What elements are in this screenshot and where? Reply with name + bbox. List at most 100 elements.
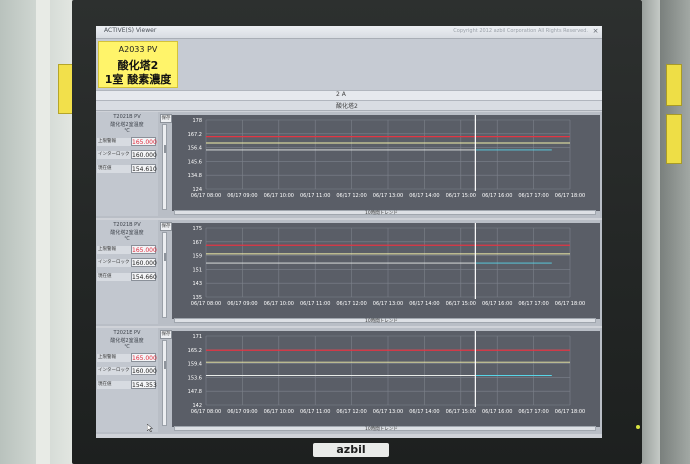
trend-side-info: T2021B PV 酸化塔2室温度 ℃ 上限警報 165.000 インターロック… — [96, 112, 158, 216]
y-tick-label: 159.4 — [188, 362, 202, 368]
horizontal-scrollbar[interactable]: 10時間トレンド — [174, 210, 596, 216]
x-tick-label: 06/17 09:00 — [227, 301, 257, 307]
vertical-scrollbar[interactable] — [162, 232, 167, 318]
trend-side-info: T2021B PV 酸化塔2室温度 ℃ 上限警報 165.000 インターロック… — [96, 220, 158, 324]
trend-tag: T2021E PV — [113, 330, 141, 336]
monitor-brand-logo: azbil — [313, 443, 389, 457]
alarm-value: 165.000 — [131, 245, 157, 254]
x-tick-label: 06/17 17:00 — [518, 301, 548, 307]
point-tag-box[interactable]: A2033 PV 酸化塔2 1室 酸素濃度 — [98, 41, 178, 88]
y-tick-label: 175 — [192, 226, 202, 232]
x-tick-label: 06/17 14:00 — [409, 301, 439, 307]
trend-tag: T2021B PV — [113, 222, 141, 228]
x-tick-label: 06/17 18:00 — [555, 409, 585, 415]
x-tick-label: 06/17 12:00 — [336, 193, 366, 199]
pv-value: 154.610 — [131, 164, 157, 173]
trend-plot: 171 165.2 159.4 153.6 147.8 142 06/17 08:00 06/… — [172, 331, 600, 427]
alarm-row: 上限警報 165.000 — [97, 137, 157, 147]
trend-subtitle: 酸化塔2室温度 — [110, 122, 144, 128]
alarm-value: 165.000 — [131, 353, 157, 362]
pv-label: 現在値 — [97, 165, 131, 173]
vertical-scrollbar[interactable] — [162, 340, 167, 426]
y-tick-label: 134.8 — [188, 173, 202, 179]
interlock-row: インターロック 160.000 — [97, 366, 157, 376]
save-button[interactable]: 保存 — [160, 114, 172, 123]
trend-plot: 178 167.2 156.4 145.6 134.8 124 06/17 08:00 06/… — [172, 115, 600, 211]
trend-chart-svg: 171165.2159.4153.6147.814206/17 08:00 06/… — [188, 331, 585, 415]
y-tick-label: 145.6 — [188, 159, 202, 165]
vertical-scrollbar[interactable] — [162, 124, 167, 210]
close-icon[interactable]: × — [591, 27, 600, 36]
pv-value: 154.353 — [131, 380, 157, 389]
equipment-label-right — [666, 114, 682, 164]
scroll-thumb[interactable] — [164, 253, 166, 261]
group-label: 酸化塔2 — [336, 103, 358, 110]
x-tick-label: 06/17 17:00 — [518, 409, 548, 415]
x-tick-label: 06/17 15:00 — [446, 301, 476, 307]
trend-panel-1: T2021B PV 酸化塔2室温度 ℃ 上限警報 165.000 インターロック… — [96, 112, 602, 218]
y-tick-label: 147.8 — [188, 389, 202, 395]
interlock-value: 160.000 — [131, 150, 157, 159]
trend-unit: ℃ — [124, 344, 130, 350]
alarm-label: 上限警報 — [97, 138, 131, 146]
tab-2a[interactable]: 2 A — [96, 90, 602, 101]
trend-chart-svg: 17516715915114313506/17 08:00 06/17 09:00… — [191, 223, 585, 307]
pv-row: 現在値 154.353 — [97, 380, 157, 390]
y-tick-label: 178 — [192, 118, 202, 124]
trend-subtitle: 酸化塔2室温度 — [110, 338, 144, 344]
trend-range-label: 10時間トレンド — [365, 427, 398, 432]
point-name-line2: 1室 酸素濃度 — [104, 73, 172, 86]
trend-range-label: 10時間トレンド — [365, 319, 398, 324]
x-tick-label: 06/17 10:00 — [264, 193, 294, 199]
x-tick-label: 06/17 11:00 — [300, 409, 330, 415]
x-tick-label: 06/17 08:00 — [191, 301, 221, 307]
pv-label: 現在値 — [97, 273, 131, 281]
pv-label: 現在値 — [97, 381, 131, 389]
x-tick-label: 06/17 09:00 — [227, 409, 257, 415]
x-tick-label: 06/17 14:00 — [409, 193, 439, 199]
trend-unit: ℃ — [124, 128, 130, 134]
x-tick-label: 06/17 08:00 — [191, 409, 221, 415]
background-cable-duct — [36, 0, 50, 464]
y-tick-label: 151 — [192, 267, 202, 273]
trend-panel-3: T2021E PV 酸化塔2室温度 ℃ 上限警報 165.000 インターロック… — [96, 328, 602, 434]
horizontal-scrollbar[interactable]: 10時間トレンド — [174, 426, 596, 432]
horizontal-scrollbar[interactable]: 10時間トレンド — [174, 318, 596, 324]
trend-tag: T2021B PV — [113, 114, 141, 120]
scroll-thumb[interactable] — [164, 361, 166, 369]
trend-unit: ℃ — [124, 236, 130, 242]
x-tick-label: 06/17 11:00 — [300, 193, 330, 199]
trend-range-label: 10時間トレンド — [365, 211, 398, 216]
monitor-screen: ACTIVE(S) Viewer Copyright 2012 azbil Co… — [96, 26, 602, 438]
x-tick-label: 06/17 16:00 — [482, 193, 512, 199]
x-tick-label: 06/17 15:00 — [446, 193, 476, 199]
y-tick-label: 153.6 — [188, 375, 202, 381]
pv-row: 現在値 154.660 — [97, 272, 157, 282]
x-tick-label: 06/17 16:00 — [482, 301, 512, 307]
window-titlebar: ACTIVE(S) Viewer Copyright 2012 azbil Co… — [96, 26, 602, 39]
x-tick-label: 06/17 08:00 — [191, 193, 221, 199]
save-button[interactable]: 保存 — [160, 330, 172, 339]
interlock-value: 160.000 — [131, 366, 157, 375]
y-tick-label: 165.2 — [188, 348, 202, 354]
equipment-label-right-top — [666, 64, 682, 106]
x-tick-label: 06/17 09:00 — [227, 193, 257, 199]
x-tick-label: 06/17 10:00 — [264, 301, 294, 307]
x-tick-label: 06/17 11:00 — [300, 301, 330, 307]
trend-side-info: T2021E PV 酸化塔2室温度 ℃ 上限警報 165.000 インターロック… — [96, 328, 158, 432]
x-tick-label: 06/17 12:00 — [336, 301, 366, 307]
alarm-row: 上限警報 165.000 — [97, 245, 157, 255]
scroll-thumb[interactable] — [164, 145, 166, 153]
x-tick-label: 06/17 18:00 — [555, 301, 585, 307]
point-tag-code: A2033 PV — [118, 45, 158, 54]
save-button[interactable]: 保存 — [160, 222, 172, 231]
y-tick-label: 156.4 — [188, 146, 202, 152]
y-tick-label: 167.2 — [188, 132, 202, 138]
x-tick-label: 06/17 18:00 — [555, 193, 585, 199]
alarm-row: 上限警報 165.000 — [97, 353, 157, 363]
x-tick-label: 06/17 13:00 — [373, 409, 403, 415]
alarm-label: 上限警報 — [97, 246, 131, 254]
x-tick-label: 06/17 15:00 — [446, 409, 476, 415]
pv-row: 現在値 154.610 — [97, 164, 157, 174]
y-tick-label: 159 — [192, 254, 202, 260]
